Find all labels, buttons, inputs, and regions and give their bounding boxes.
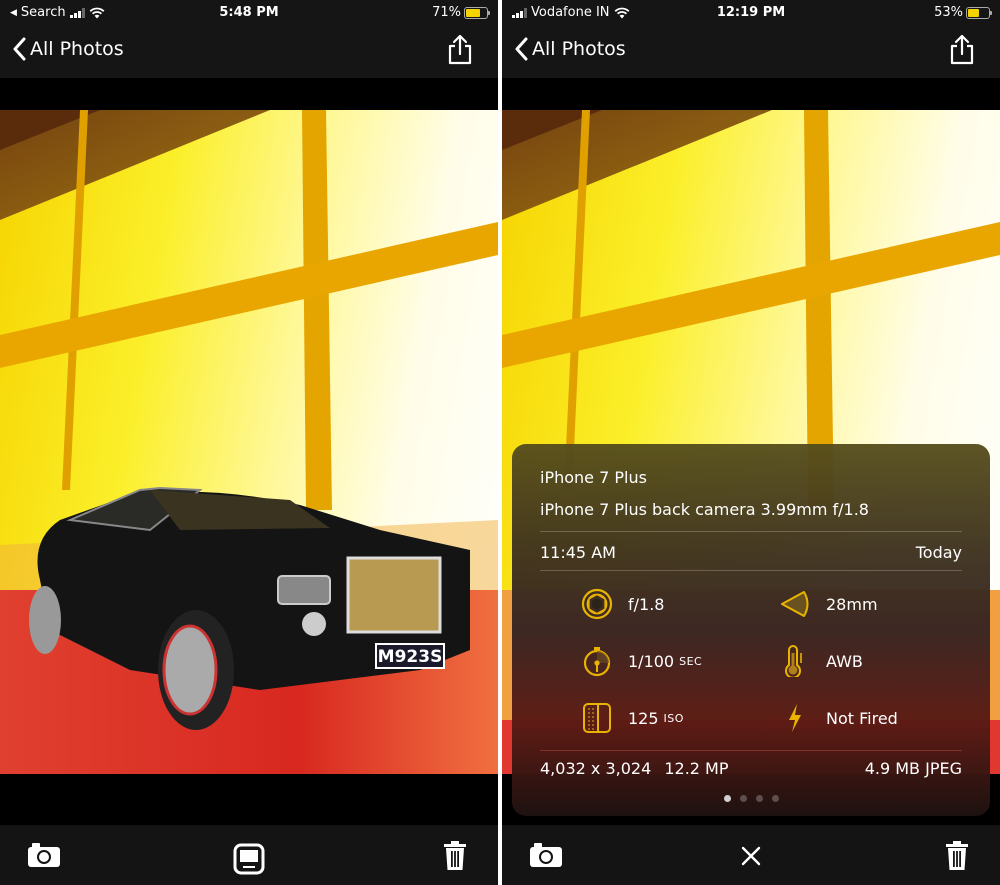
file-details: 4,032 x 3,024 12.2 MP 4.9 MB JPEG (540, 759, 962, 778)
navigation-bar: All Photos (0, 26, 498, 78)
capture-date: Today (915, 543, 962, 562)
spec-flash: Not Fired (778, 701, 898, 735)
back-button[interactable]: All Photos (514, 37, 626, 61)
divider (540, 531, 962, 532)
aperture-icon (580, 587, 614, 621)
page-dot[interactable] (755, 795, 763, 802)
spec-value: 28mm (826, 594, 878, 614)
page-indicator (512, 795, 990, 802)
megapixels: 12.2 MP (664, 759, 729, 778)
chevron-left-icon (515, 37, 528, 61)
camera-icon[interactable] (529, 841, 563, 868)
back-button[interactable]: All Photos (12, 37, 124, 61)
spec-value: f/1.8 (628, 594, 665, 614)
back-button-label: All Photos (532, 38, 626, 60)
trash-icon[interactable] (945, 841, 969, 871)
status-bar: Vodafone IN 12:19 PM 53% (502, 0, 1000, 26)
info-panel-toggle-icon[interactable] (233, 843, 265, 875)
file-size-format: 4.9 MB JPEG (864, 759, 962, 778)
photo-view[interactable]: M923S (0, 110, 498, 774)
spec-unit: SEC (679, 654, 703, 668)
spec-aperture: f/1.8 (580, 587, 664, 621)
battery-level-fill (968, 8, 979, 17)
page-dot[interactable] (723, 795, 731, 802)
resolution: 4,032 x 3,024 (540, 759, 652, 778)
status-bar: ◀ Search 5:48 PM 71% (0, 0, 498, 26)
battery-icon (966, 6, 992, 19)
spec-unit: ISO (663, 711, 684, 725)
iso-sensor-icon (580, 701, 614, 735)
page-dot[interactable] (771, 795, 779, 802)
capture-time: 11:45 AM (540, 543, 616, 562)
spec-value: Not Fired (826, 708, 898, 728)
battery-percent: 71% (432, 5, 461, 20)
divider (540, 750, 962, 751)
window-frame-vertical (302, 110, 332, 510)
focal-length-icon (778, 587, 812, 621)
bottom-toolbar (502, 825, 1000, 885)
battery-icon (464, 6, 490, 19)
spec-focal-length: 28mm (778, 587, 878, 621)
status-right: 71% (432, 5, 490, 20)
photo-info-panel: iPhone 7 Plus iPhone 7 Plus back camera … (512, 444, 990, 816)
thermometer-icon (778, 644, 812, 678)
share-icon[interactable] (446, 34, 474, 66)
spec-value: 1/100 (628, 651, 675, 671)
left-phone-screen: ◀ Search 5:48 PM 71% All Photos M923S (0, 0, 498, 885)
chevron-left-icon (13, 37, 26, 61)
photo-image: M923S (0, 110, 498, 774)
status-right: 53% (934, 5, 992, 20)
divider (540, 570, 962, 571)
flash-icon (778, 701, 812, 735)
lens-info: iPhone 7 Plus back camera 3.99mm f/1.8 (540, 500, 869, 519)
spec-iso: 125 ISO (580, 701, 684, 735)
bottom-toolbar (0, 825, 498, 885)
navigation-bar: All Photos (502, 26, 1000, 78)
status-time: 12:19 PM (716, 5, 786, 20)
battery-level-fill (466, 8, 481, 17)
shutter-timer-icon (580, 644, 614, 678)
status-time: 5:48 PM (219, 5, 279, 20)
device-name: iPhone 7 Plus (540, 468, 647, 487)
right-phone-screen: Vodafone IN 12:19 PM 53% All Photos iPho… (502, 0, 1000, 885)
share-icon[interactable] (948, 34, 976, 66)
camera-icon[interactable] (27, 841, 61, 868)
spec-value: 125 (628, 708, 659, 728)
back-button-label: All Photos (30, 38, 124, 60)
license-plate-text: M923S (378, 647, 443, 667)
battery-percent: 53% (934, 5, 963, 20)
capture-datetime: 11:45 AM Today (540, 543, 962, 562)
car-grille (346, 556, 442, 634)
spec-white-balance: AWB (778, 644, 863, 678)
spec-value: AWB (826, 651, 863, 671)
close-icon[interactable] (741, 846, 761, 866)
trash-icon[interactable] (443, 841, 467, 871)
spec-shutter-speed: 1/100 SEC (580, 644, 702, 678)
page-dot[interactable] (739, 795, 747, 802)
